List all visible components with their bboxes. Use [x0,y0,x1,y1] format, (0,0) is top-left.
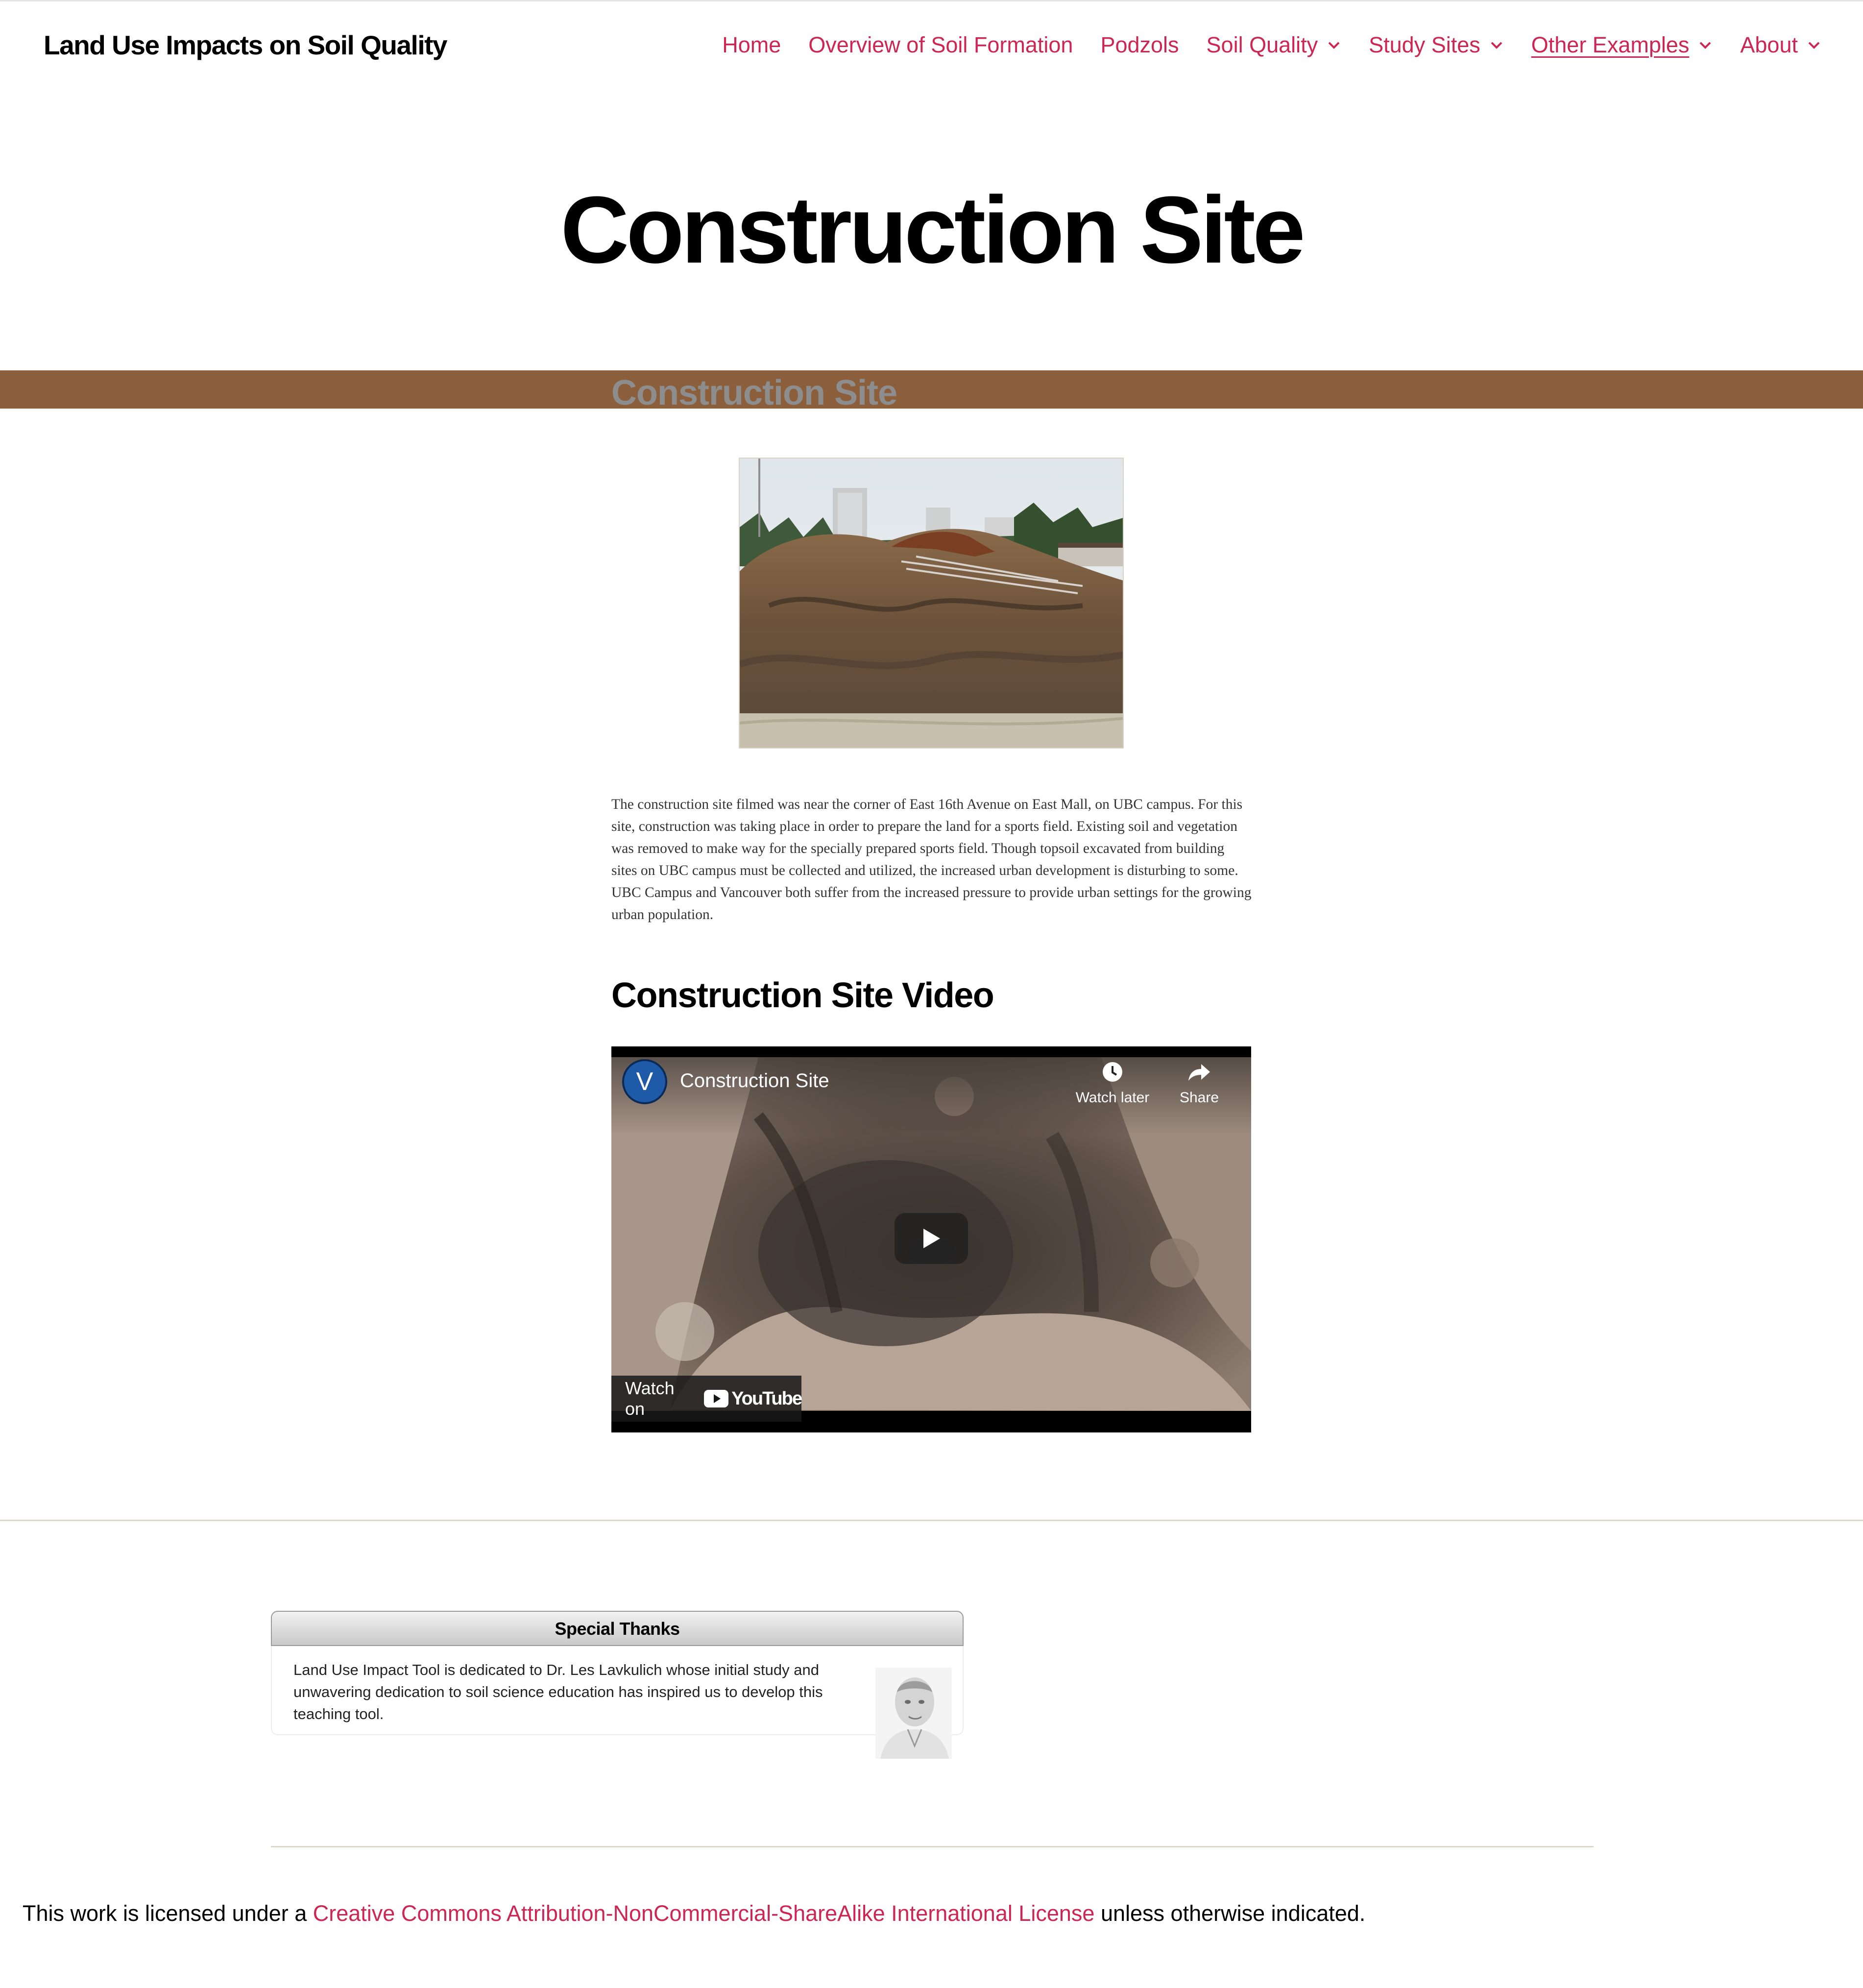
license-prefix: This work is licensed under a [23,1901,313,1926]
clock-icon [1100,1059,1125,1085]
body-paragraph: The construction site filmed was near th… [611,797,1252,922]
play-icon [923,1229,940,1248]
chevron-down-icon[interactable] [1327,38,1341,52]
license-notice: This work is licensed under a Creative C… [23,1901,1365,1926]
license-suffix: unless otherwise indicated. [1094,1901,1366,1926]
page-title: Construction Site [560,177,1306,283]
watch-on-label: Watch on [625,1378,675,1419]
nav-label: Study Sites [1369,32,1480,57]
construction-site-photo [739,458,1124,749]
nav-item-other-examples[interactable]: Other Examples [1531,32,1713,58]
watch-on-youtube-button[interactable]: Watch on YouTube [611,1376,802,1422]
site-header: Land Use Impacts on Soil Quality Home Ov… [0,0,1863,88]
video-title[interactable]: Construction Site [680,1070,829,1092]
share-button[interactable]: Share [1162,1059,1236,1106]
special-thanks-body: Land Use Impact Tool is dedicated to Dr.… [271,1646,964,1735]
nav-label: Podzols [1100,32,1179,57]
nav-item-home[interactable]: Home [722,32,781,58]
footer-rule [271,1846,1594,1847]
footer-divider [0,1520,1863,1521]
chevron-down-icon[interactable] [1698,38,1713,52]
banner-title: Construction Site [611,373,897,409]
special-thanks-widget: Special Thanks Land Use Impact Tool is d… [271,1611,964,1759]
youtube-logo: YouTube [704,1388,802,1409]
nav-label: Other Examples [1531,32,1690,57]
license-link[interactable]: Creative Commons Attribution-NonCommerci… [313,1901,1095,1926]
nav-label: About [1740,32,1798,57]
watch-later-label: Watch later [1075,1090,1150,1106]
special-thanks-title: Special Thanks [271,1611,964,1646]
nav-item-overview-of-soil-formation[interactable]: Overview of Soil Formation [808,32,1073,58]
play-button[interactable] [895,1213,968,1264]
nav-label: Home [722,32,781,57]
site-title[interactable]: Land Use Impacts on Soil Quality [44,25,448,65]
chevron-down-icon[interactable] [1807,38,1821,52]
nav-item-soil-quality[interactable]: Soil Quality [1207,32,1342,58]
portrait-photo [875,1668,952,1759]
youtube-play-icon [704,1390,729,1407]
chevron-down-icon[interactable] [1489,38,1504,52]
primary-nav: Home Overview of Soil Formation Podzols … [695,25,1821,65]
youtube-wordmark: YouTube [731,1388,802,1409]
video-heading: Construction Site Video [611,976,994,1015]
channel-avatar[interactable]: V [622,1059,667,1104]
share-label: Share [1179,1090,1219,1106]
nav-label: Overview of Soil Formation [808,32,1073,57]
video-top-shade [611,1057,1251,1136]
nav-item-podzols[interactable]: Podzols [1100,32,1179,58]
nav-item-study-sites[interactable]: Study Sites [1369,32,1504,58]
special-thanks-text: Land Use Impact Tool is dedicated to Dr.… [293,1661,823,1722]
title-banner: Construction Site [0,370,1863,409]
watch-later-button[interactable]: Watch later [1071,1059,1154,1106]
video-embed[interactable]: V Construction Site Watch later Share Wa… [611,1046,1251,1432]
nav-label: Soil Quality [1206,32,1318,57]
share-icon [1186,1059,1212,1085]
nav-item-about[interactable]: About [1740,32,1821,58]
